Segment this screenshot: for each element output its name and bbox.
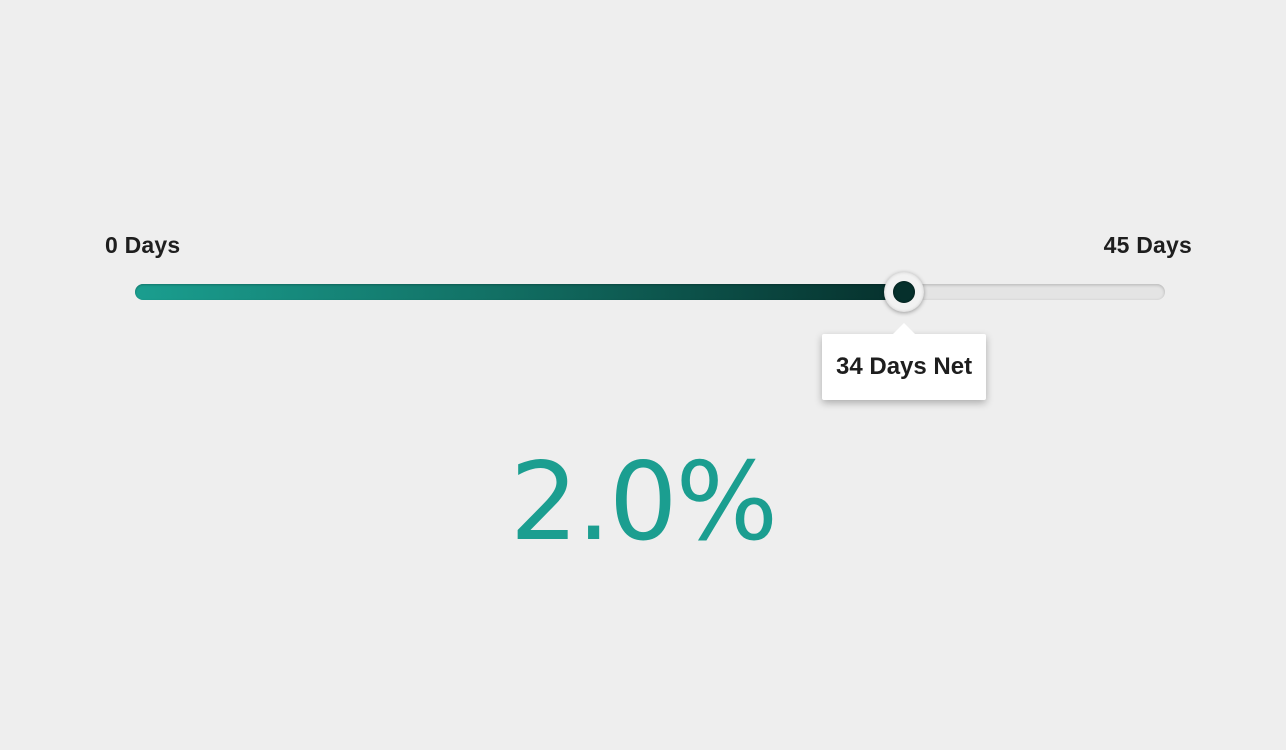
days-slider-fill xyxy=(135,284,905,300)
slider-min-label: 0 Days xyxy=(105,232,181,258)
slider-value-tooltip: 34 Days Net xyxy=(822,323,987,400)
discount-rate-value: 2.0% xyxy=(509,440,778,565)
discount-calculator: 0 Days 45 Days 34 Days Net 2.0% xyxy=(0,0,1286,750)
days-slider-thumb[interactable] xyxy=(884,272,925,312)
tooltip-label: 34 Days Net xyxy=(836,353,973,380)
slider-max-label: 45 Days xyxy=(1103,232,1192,258)
slider-thumb-core xyxy=(893,281,916,303)
tooltip-arrow xyxy=(892,323,917,335)
days-slider-track[interactable] xyxy=(135,284,1165,300)
